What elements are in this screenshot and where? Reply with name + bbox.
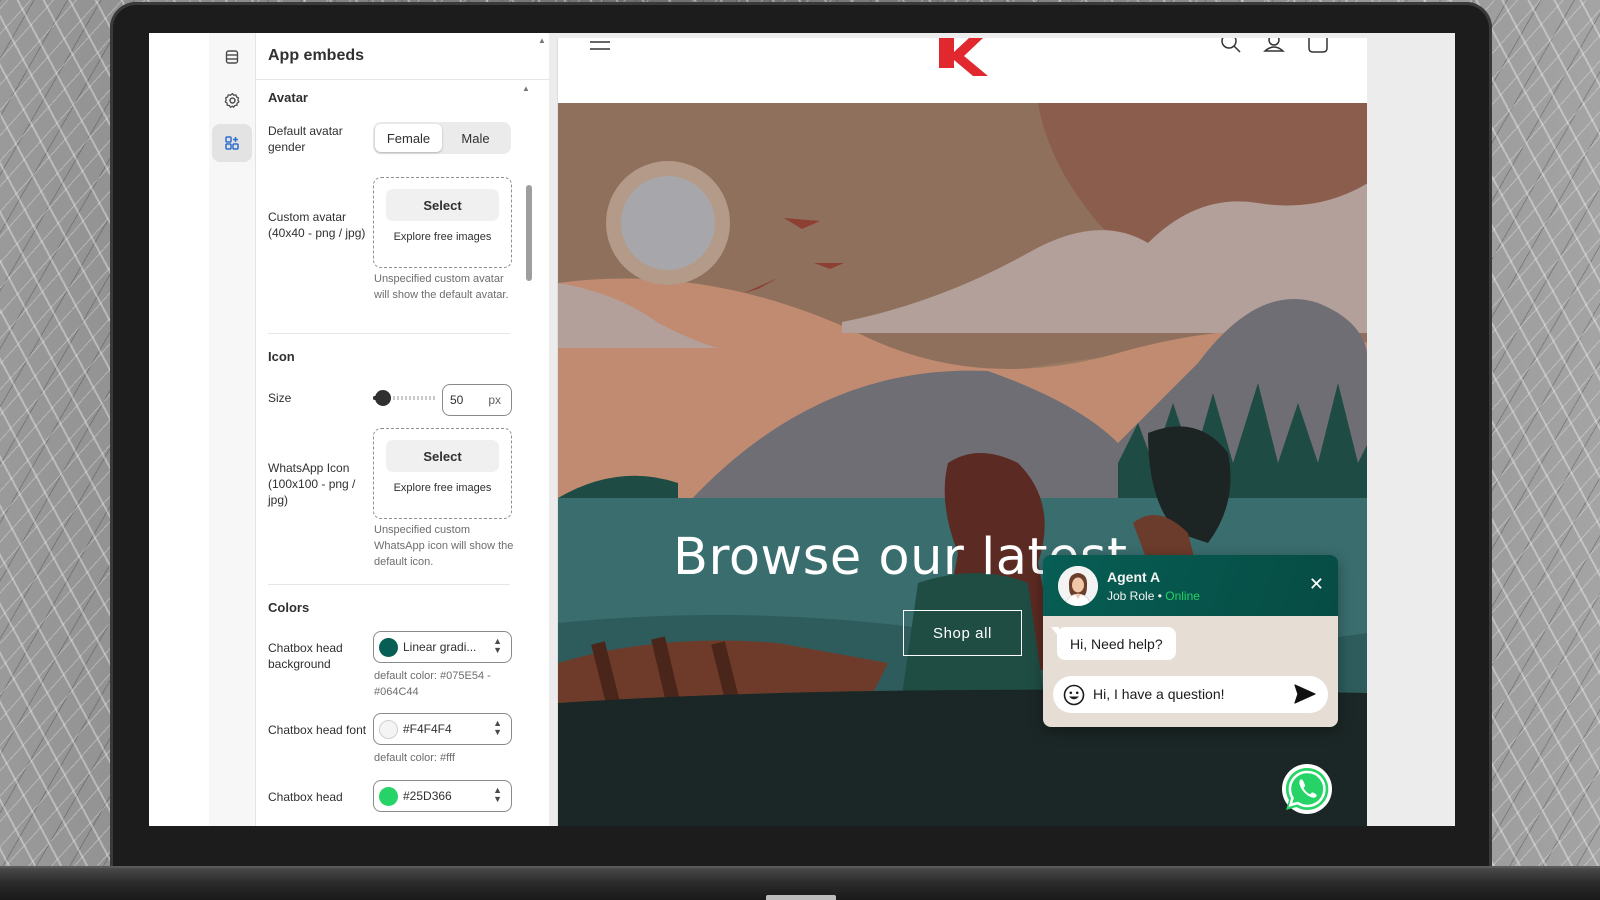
icon-section-heading: Icon <box>268 349 295 364</box>
status-separator: • <box>1154 589 1166 603</box>
agent-role-line: Job Role • Online <box>1107 589 1200 603</box>
head-background-swatch <box>379 638 398 657</box>
whatsapp-icon-label: WhatsApp Icon (100x100 - png / jpg) <box>268 461 356 507</box>
laptop-notch <box>766 895 836 900</box>
search-icon[interactable] <box>1220 38 1242 54</box>
head-background-help: default color: #075E54 - #064C44 <box>374 670 491 698</box>
chatbox-head-background-label: Chatbox head background <box>268 641 343 671</box>
rail-sections-button[interactable] <box>212 38 252 76</box>
panel-title: App embeds <box>256 33 549 80</box>
chat-message-input[interactable]: Hi, I have a question! <box>1053 676 1328 713</box>
whatsapp-icon[interactable] <box>1281 763 1333 815</box>
custom-avatar-select-button[interactable]: Select <box>386 189 499 221</box>
store-logo-icon[interactable] <box>936 38 992 78</box>
panel-scrollbar[interactable] <box>526 185 532 281</box>
close-icon[interactable]: ✕ <box>1309 575 1324 593</box>
left-gutter <box>149 33 209 826</box>
icon-size-value: 50 <box>450 393 464 407</box>
greeting-bubble: Hi, Need help? <box>1051 627 1176 660</box>
divider <box>268 333 510 334</box>
whatsapp-icon-explore-link[interactable]: Explore free images <box>374 482 511 494</box>
agent-role: Job Role <box>1107 589 1155 603</box>
whatsapp-chat-widget: Agent A Job Role • Online ✕ Hi, Need hel… <box>1043 555 1338 727</box>
agent-name: Agent A <box>1107 569 1161 585</box>
app-embeds-panel: App embeds ▲ ▲ Avatar Default avatar gen… <box>256 33 549 826</box>
chat-body: Hi, Need help? Hi, I have a question! <box>1043 616 1338 727</box>
whatsapp-icon-select-button[interactable]: Select <box>386 440 499 472</box>
custom-avatar-help: Unspecified custom avatar will show the … <box>374 273 509 301</box>
avatar-section-heading: Avatar <box>268 90 308 105</box>
icon-rail <box>209 33 256 826</box>
rail-app-embeds-button[interactable] <box>212 124 252 162</box>
chatbox-head-third-label: Chatbox head <box>268 790 343 804</box>
gear-icon <box>224 92 240 108</box>
avatar-gender-toggle: Female Male <box>373 122 511 154</box>
chatbox-head-third-select[interactable]: #25D366 ▲ ▼ <box>373 780 512 812</box>
send-icon[interactable] <box>1294 684 1316 704</box>
head-third-value: #25D366 <box>403 789 452 803</box>
head-font-value: #F4F4F4 <box>403 722 452 736</box>
shop-all-button[interactable]: Shop all <box>903 610 1022 656</box>
chatbox-head-background-select[interactable]: Linear gradi... ▲ ▼ <box>373 631 512 663</box>
icon-size-slider-thumb[interactable] <box>375 390 391 406</box>
default-avatar-gender-label: Default avatar gender <box>268 124 343 154</box>
store-header <box>558 38 1367 103</box>
agent-avatar <box>1058 566 1098 606</box>
screen: App embeds ▲ ▲ Avatar Default avatar gen… <box>149 33 1455 826</box>
head-font-help: default color: #fff <box>374 752 455 764</box>
chevron-updown-icon: ▲ ▼ <box>493 636 502 655</box>
head-font-swatch <box>379 720 398 739</box>
database-icon <box>225 50 239 64</box>
chevron-updown-icon: ▲ ▼ <box>493 718 502 737</box>
colors-section-heading: Colors <box>268 600 310 615</box>
gender-male-option[interactable]: Male <box>442 124 509 152</box>
chat-input-text: Hi, I have a question! <box>1093 686 1225 702</box>
whatsapp-icon-help: Unspecified custom WhatsApp icon will sh… <box>374 524 514 568</box>
rail-settings-button[interactable] <box>212 81 252 119</box>
divider <box>268 584 510 585</box>
chatbox-head-font-label: Chatbox head font <box>268 723 367 737</box>
apps-icon <box>225 136 239 150</box>
custom-avatar-label: Custom avatar (40x40 - png / jpg) <box>268 210 366 240</box>
agent-avatar-icon <box>1058 566 1098 606</box>
menu-icon[interactable] <box>589 38 611 52</box>
agent-status: Online <box>1165 589 1200 603</box>
emoji-icon[interactable] <box>1063 684 1085 706</box>
chatbox-head-font-select[interactable]: #F4F4F4 ▲ ▼ <box>373 713 512 745</box>
custom-avatar-dropzone[interactable]: Select Explore free images <box>373 177 512 268</box>
cart-icon[interactable] <box>1307 38 1329 54</box>
icon-size-input[interactable]: 50 px <box>442 384 512 416</box>
chat-header: Agent A Job Role • Online ✕ <box>1043 555 1338 616</box>
chevron-updown-icon: ▲ ▼ <box>493 785 502 804</box>
whatsapp-icon-dropzone[interactable]: Select Explore free images <box>373 428 512 519</box>
icon-size-label: Size <box>268 391 292 405</box>
head-third-swatch <box>379 787 398 806</box>
head-background-value: Linear gradi... <box>403 640 477 654</box>
icon-size-unit: px <box>488 393 501 407</box>
gender-female-option[interactable]: Female <box>375 124 442 152</box>
account-icon[interactable] <box>1263 38 1285 54</box>
collapse-section-icon[interactable]: ▲ <box>522 84 530 93</box>
scroll-up-arrow-icon[interactable]: ▲ <box>538 36 546 45</box>
custom-avatar-explore-link[interactable]: Explore free images <box>374 231 511 243</box>
